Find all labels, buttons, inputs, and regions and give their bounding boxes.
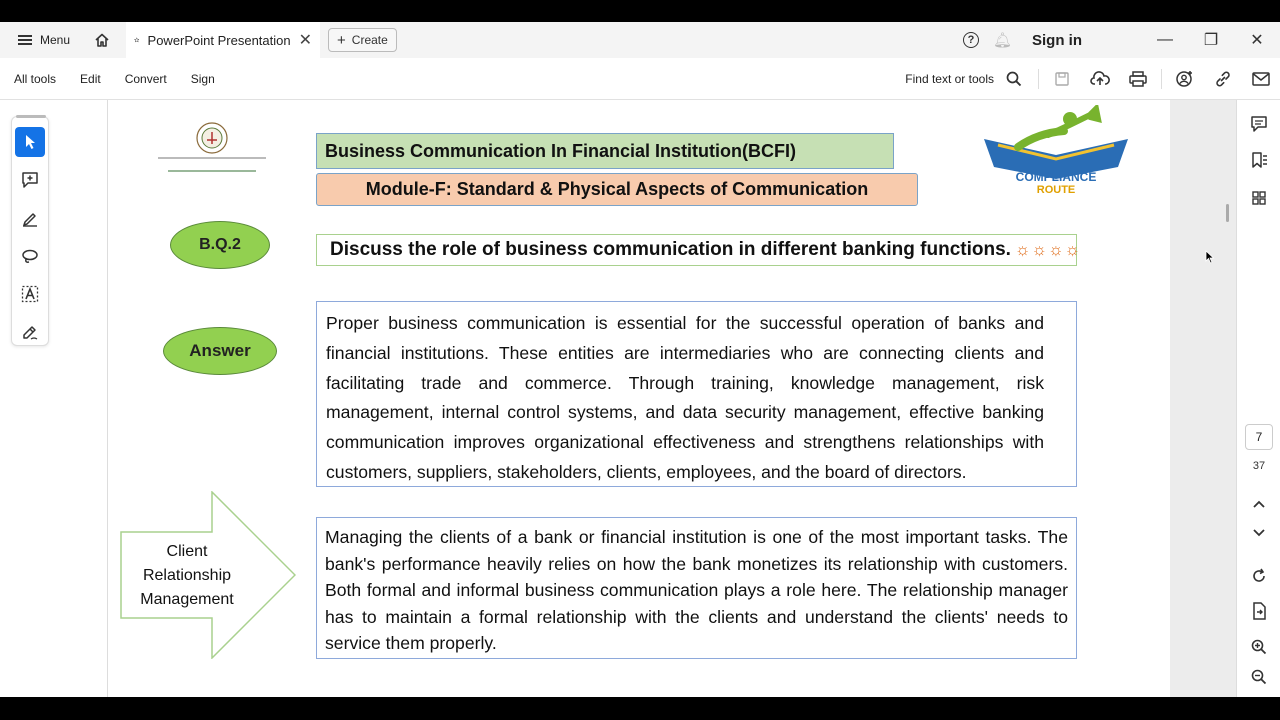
toolbar-divider — [1161, 69, 1162, 89]
close-window-icon[interactable]: ✕ — [1234, 30, 1280, 50]
home-button[interactable] — [88, 26, 116, 54]
chevron-up-icon — [1253, 500, 1265, 508]
palette-grip[interactable] — [16, 115, 46, 118]
comments-panel-button[interactable] — [1247, 112, 1271, 136]
cloud-upload-icon[interactable] — [1081, 71, 1119, 87]
zoom-in-button[interactable] — [1247, 635, 1271, 659]
logo-line2: ROUTE — [1037, 184, 1076, 196]
link-icon[interactable] — [1204, 70, 1242, 88]
crm-label-line2: Relationship — [142, 567, 232, 584]
home-icon — [95, 33, 109, 47]
notification-bell-icon[interactable]: 🔔︎ — [993, 31, 1012, 49]
highlight-tool-button[interactable] — [15, 203, 45, 233]
tab-bar: Menu PowerPoint Presentation ✕ + Create … — [0, 22, 1280, 58]
thumbnails-panel-button[interactable] — [1247, 186, 1271, 210]
document-tab[interactable]: PowerPoint Presentation ✕ — [126, 22, 321, 58]
current-page-input[interactable]: 7 — [1245, 424, 1273, 450]
menu-label: Menu — [40, 33, 71, 47]
comments-icon — [1251, 116, 1267, 132]
comment-add-icon — [22, 172, 38, 188]
all-tools-button[interactable]: All tools — [14, 72, 56, 86]
previous-page-button[interactable] — [1247, 492, 1271, 516]
question-text: Discuss the role of business communicati… — [330, 239, 1011, 260]
quick-tools-palette — [11, 115, 49, 347]
page-export-icon — [1253, 602, 1266, 620]
crm-label-line1: Client — [166, 543, 208, 560]
select-tool-button[interactable] — [15, 127, 45, 157]
bookmark-icon — [1252, 152, 1267, 168]
help-icon[interactable]: ? — [962, 32, 979, 48]
sign-tool-button[interactable] — [15, 317, 45, 347]
print-icon[interactable] — [1119, 71, 1157, 87]
find-text-label[interactable]: Find text or tools — [905, 72, 994, 86]
tab-title: PowerPoint Presentation — [147, 32, 291, 48]
add-comment-button[interactable] — [15, 165, 45, 195]
crm-label: Client Relationship Management — [122, 540, 252, 612]
restore-icon[interactable]: ❐ — [1188, 30, 1234, 50]
question-stars: ☼☼☼☼ — [1014, 240, 1082, 259]
crm-label-line3: Management — [140, 591, 234, 608]
vertical-scrollbar-thumb[interactable] — [1226, 204, 1229, 222]
text-tool-button[interactable] — [15, 279, 45, 309]
answer-text: Proper business communication is essenti… — [316, 301, 1077, 487]
extract-page-button[interactable] — [1247, 599, 1271, 623]
zoom-out-button[interactable] — [1247, 665, 1271, 689]
create-label: Create — [351, 33, 388, 47]
question-tag: B.Q.2 — [170, 221, 270, 269]
question-box: Discuss the role of business communicati… — [316, 234, 1080, 266]
draw-tool-button[interactable] — [15, 241, 45, 271]
zoom-out-icon — [1251, 669, 1267, 685]
edit-button[interactable]: Edit — [80, 72, 101, 86]
next-page-button[interactable] — [1247, 521, 1271, 545]
module-title: Module-F: Standard & Physical Aspects of… — [316, 173, 918, 206]
total-pages: 37 — [1252, 460, 1266, 472]
bottom-black-bar — [0, 697, 1280, 720]
mouse-cursor-icon — [1205, 250, 1215, 264]
crm-text: Managing the clients of a bank or financ… — [316, 517, 1077, 659]
convert-button[interactable]: Convert — [125, 72, 167, 86]
lasso-icon — [22, 249, 38, 263]
sign-in-button[interactable]: Sign in — [1032, 32, 1082, 49]
refresh-icon — [1253, 568, 1265, 582]
menu-button[interactable]: Menu — [14, 26, 74, 54]
page-gutter — [1170, 100, 1236, 697]
right-panel-rail: 7 37 — [1236, 100, 1280, 697]
ibb-logo — [156, 120, 268, 180]
plus-icon: + — [337, 31, 346, 49]
compliance-route-logo: COMPLIANCE ROUTE — [978, 102, 1134, 197]
create-button[interactable]: + Create — [328, 28, 397, 52]
zoom-in-icon — [1251, 639, 1267, 655]
left-tool-rail — [0, 100, 108, 697]
pen-icon — [23, 213, 37, 227]
share-user-icon[interactable] — [1166, 70, 1204, 88]
hamburger-icon — [18, 35, 32, 45]
minimize-icon[interactable]: — — [1142, 31, 1188, 49]
slide-title: Business Communication In Financial Inst… — [316, 133, 894, 169]
answer-tag: Answer — [163, 327, 277, 375]
sign-button[interactable]: Sign — [191, 72, 215, 86]
toolbar-divider — [1038, 69, 1039, 89]
grid-icon — [1252, 191, 1266, 205]
main-toolbar: All tools Edit Convert Sign Find text or… — [0, 58, 1280, 100]
bookmarks-panel-button[interactable] — [1247, 148, 1271, 172]
search-icon[interactable] — [1002, 71, 1026, 87]
acrobat-window: Menu PowerPoint Presentation ✕ + Create … — [0, 0, 1280, 720]
rotate-button[interactable] — [1247, 564, 1271, 588]
logo-line1: COMPLIANCE — [1016, 170, 1097, 184]
chevron-down-icon — [1253, 529, 1265, 537]
star-icon[interactable] — [134, 32, 140, 48]
close-tab-icon[interactable]: ✕ — [299, 30, 312, 50]
pen-sign-icon — [23, 326, 38, 340]
text-box-icon — [21, 285, 39, 303]
pdf-page: Business Communication In Financial Inst… — [108, 100, 1170, 697]
save-icon[interactable] — [1043, 71, 1081, 87]
email-icon[interactable] — [1242, 72, 1280, 86]
cursor-arrow-icon — [26, 135, 35, 149]
document-workspace: Business Communication In Financial Inst… — [0, 100, 1280, 697]
